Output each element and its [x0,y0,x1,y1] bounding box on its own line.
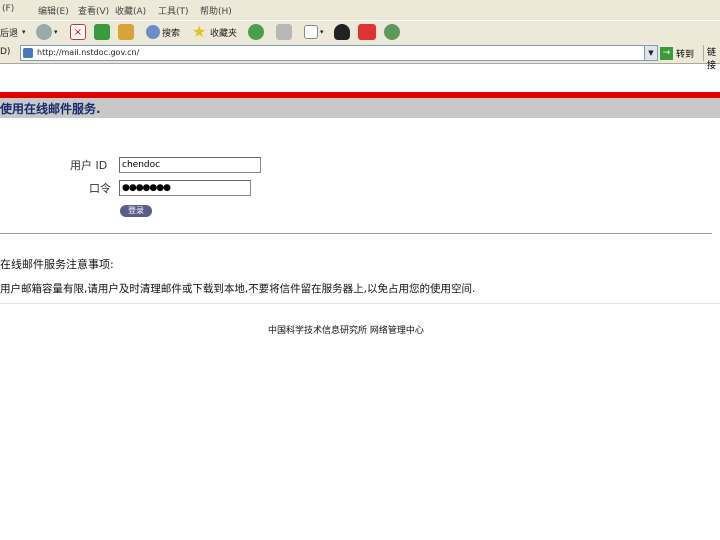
menu-bar: (F) 编辑(E) 查看(V) 收藏(A) 工具(T) 帮助(H) [0,0,720,20]
stop-icon: × [70,24,86,40]
search-icon [146,25,160,39]
address-bar: D) http://mail.nstdoc.gov.cn/ ▼ → 转到 链接 [0,43,720,71]
qq-button[interactable] [334,23,352,41]
home-icon [118,24,134,40]
go-button[interactable]: → 转到 [660,45,694,61]
footer-divider [0,303,720,304]
chevron-down-icon[interactable]: ▾ [22,28,26,36]
document-icon [304,25,318,39]
toolbar: 后退 ▾ ▾ × 搜索 ★ 收藏夹 ▾ [0,20,720,44]
menu-view[interactable]: 查看(V) [78,4,109,17]
address-dropdown-icon[interactable]: ▼ [644,46,657,60]
password-input[interactable]: ●●●●●●● [119,180,251,196]
edit-button[interactable]: ▾ [304,23,324,41]
plugin-icon [358,24,376,40]
links-button[interactable]: 链接 [703,45,720,71]
menu-tools[interactable]: 工具(T) [158,4,189,17]
history-button[interactable] [248,23,266,41]
address-label: D) [0,47,11,57]
back-label: 后退 [0,28,19,39]
home-button[interactable] [118,23,136,41]
star-icon: ★ [192,22,207,41]
user-id-input[interactable]: chendoc [119,157,261,173]
page-icon [23,48,33,58]
notice-text: 用户邮箱容量有限,请用户及时清理邮件或下载到本地,不要将信件留在服务器上,以免占… [0,283,476,295]
menu-help[interactable]: 帮助(H) [200,4,232,17]
refresh-button[interactable] [94,23,112,41]
history-icon [248,24,264,40]
back-button[interactable]: 后退 ▾ [0,23,26,41]
address-url: http://mail.nstdoc.gov.cn/ [37,48,140,57]
forward-arrow-icon [36,24,52,40]
people-icon [384,24,400,40]
favorites-label: 收藏夹 [210,28,238,39]
penguin-icon [334,24,350,40]
go-label: 转到 [676,49,695,60]
menu-edit[interactable]: 编辑(E) [38,4,69,17]
printer-icon [276,24,292,40]
forward-button[interactable]: ▾ [36,23,58,41]
favorites-button[interactable]: ★ 收藏夹 [192,23,237,41]
header-text: 使用在线邮件服务. [0,102,101,116]
user-id-label: 用户 ID [70,159,108,172]
password-label: 口令 [89,182,111,195]
stop-button[interactable]: × [70,23,88,41]
print-button[interactable] [276,23,294,41]
notice-title: 在线邮件服务注意事项: [0,258,114,271]
chevron-down-icon[interactable]: ▾ [320,28,324,36]
login-button[interactable]: 登录 [120,205,152,217]
address-input[interactable]: http://mail.nstdoc.gov.cn/ ▼ [20,45,658,61]
go-arrow-icon: → [660,46,673,60]
refresh-icon [94,24,110,40]
header-bar: 使用在线邮件服务. [0,98,720,118]
search-button[interactable]: 搜索 [146,23,180,41]
menu-file[interactable]: (F) [2,4,14,14]
menu-favorites[interactable]: 收藏(A) [115,4,146,17]
footer-text: 中国科学技术信息研究所 网络管理中心 [268,326,424,336]
divider [0,233,712,234]
messenger-button[interactable] [384,23,402,41]
plugin-button[interactable] [358,23,378,41]
search-label: 搜索 [162,28,181,39]
chevron-down-icon[interactable]: ▾ [54,28,58,36]
